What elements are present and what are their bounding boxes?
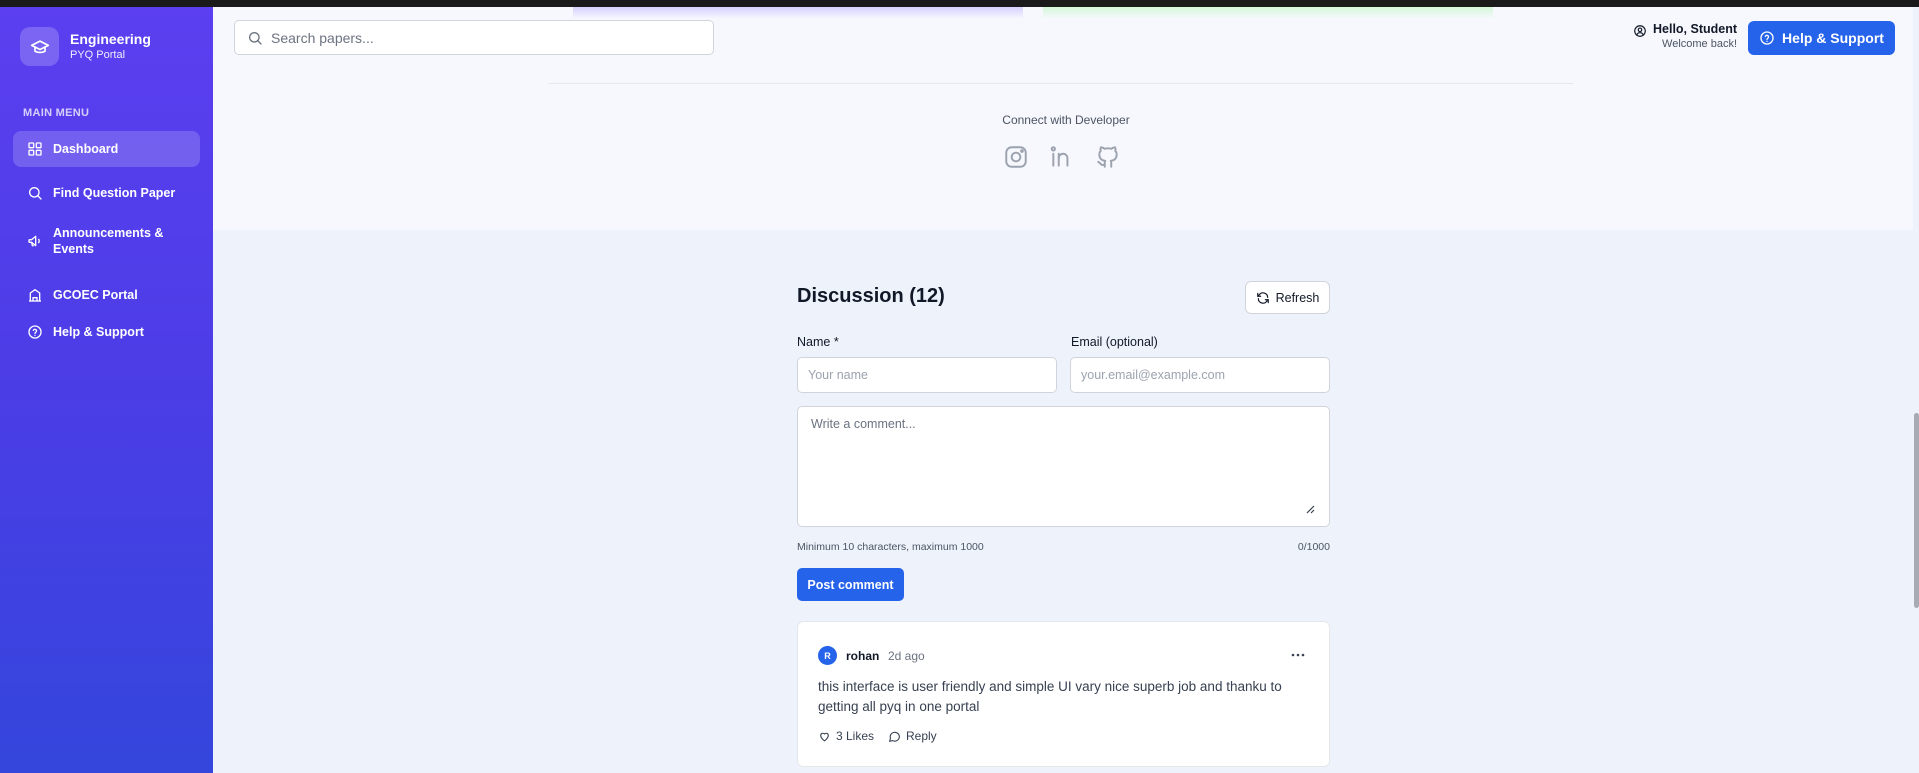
sidebar: Engineering PYQ Portal MAIN MENU Dashboa… bbox=[0, 7, 213, 773]
megaphone-icon bbox=[27, 233, 43, 249]
github-icon[interactable] bbox=[1093, 142, 1123, 172]
comment-time: 2d ago bbox=[888, 649, 925, 663]
comment-textarea[interactable] bbox=[797, 406, 1330, 527]
window-top-bar bbox=[0, 0, 1919, 7]
user-greeting[interactable]: Hello, Student Welcome back! bbox=[1633, 22, 1737, 51]
scrollbar-track[interactable] bbox=[1913, 7, 1919, 773]
developer-footer: Connect with Developer bbox=[213, 69, 1919, 230]
header: Hello, Student Welcome back! Help & Supp… bbox=[213, 7, 1919, 69]
sidebar-item-gcoec-portal[interactable]: GCOEC Portal bbox=[13, 277, 200, 313]
help-support-button[interactable]: Help & Support bbox=[1748, 21, 1895, 55]
refresh-label: Refresh bbox=[1275, 290, 1320, 305]
like-count: 3 Likes bbox=[836, 729, 875, 743]
more-options-icon[interactable] bbox=[1288, 648, 1308, 662]
comment-body: this interface is user friendly and simp… bbox=[818, 679, 1282, 714]
name-field[interactable] bbox=[797, 357, 1057, 393]
email-label: Email (optional) bbox=[1071, 335, 1158, 349]
heart-icon bbox=[818, 730, 831, 743]
comment-hint: Minimum 10 characters, maximum 1000 bbox=[797, 541, 984, 553]
connect-label: Connect with Developer bbox=[1002, 113, 1130, 127]
message-circle-icon bbox=[888, 730, 901, 743]
avatar: R bbox=[818, 646, 837, 665]
comment-author: rohan bbox=[846, 649, 880, 663]
scrollbar-thumb[interactable] bbox=[1914, 413, 1919, 608]
name-label: Name * bbox=[797, 335, 839, 349]
like-button[interactable]: 3 Likes bbox=[818, 729, 874, 743]
comment-card: R rohan 2d ago this interface is user fr… bbox=[797, 621, 1330, 767]
sidebar-item-label: Find Question Paper bbox=[53, 186, 176, 200]
user-name: Hello, Student bbox=[1653, 22, 1738, 36]
user-circle-icon bbox=[1633, 24, 1647, 51]
sidebar-item-dashboard[interactable]: Dashboard bbox=[13, 131, 200, 167]
sidebar-item-help-support[interactable]: Help & Support bbox=[13, 314, 200, 350]
help-circle-icon bbox=[1759, 30, 1775, 46]
reply-button[interactable]: Reply bbox=[888, 729, 937, 743]
post-comment-button[interactable]: Post comment bbox=[797, 568, 904, 601]
brand-subtitle: PYQ Portal bbox=[70, 49, 126, 61]
sidebar-item-label: Dashboard bbox=[53, 142, 119, 156]
brand-title: Engineering bbox=[70, 31, 151, 47]
graduation-cap-icon bbox=[20, 27, 59, 66]
refresh-button[interactable]: Refresh bbox=[1245, 281, 1330, 314]
resize-handle-icon[interactable] bbox=[1303, 501, 1315, 514]
brand[interactable]: Engineering PYQ Portal bbox=[20, 27, 151, 66]
help-circle-icon bbox=[27, 324, 43, 340]
search-box[interactable] bbox=[234, 20, 714, 55]
sidebar-item-label: GCOEC Portal bbox=[53, 288, 138, 302]
building-icon bbox=[27, 287, 43, 303]
sidebar-item-find-question-paper[interactable]: Find Question Paper bbox=[13, 175, 200, 211]
reply-label: Reply bbox=[906, 729, 937, 743]
menu-heading: MAIN MENU bbox=[23, 107, 90, 119]
decorative-glow bbox=[1043, 7, 1493, 19]
sidebar-item-label: Help & Support bbox=[53, 325, 144, 339]
help-support-label: Help & Support bbox=[1782, 30, 1884, 46]
sidebar-item-announcements[interactable]: Announcements & Events bbox=[13, 219, 200, 263]
email-field[interactable] bbox=[1070, 357, 1330, 393]
divider bbox=[548, 83, 1573, 84]
refresh-icon bbox=[1256, 291, 1270, 305]
decorative-glow bbox=[573, 7, 1023, 19]
discussion-title: Discussion (12) bbox=[797, 285, 945, 307]
search-icon bbox=[27, 185, 43, 201]
linkedin-icon[interactable] bbox=[1047, 142, 1077, 172]
sidebar-item-label: Announcements & Events bbox=[53, 226, 164, 256]
instagram-icon[interactable] bbox=[1001, 142, 1031, 172]
user-welcome: Welcome back! bbox=[1662, 38, 1738, 50]
character-counter: 0/1000 bbox=[1297, 541, 1330, 553]
search-input[interactable] bbox=[271, 29, 691, 46]
grid-icon bbox=[27, 141, 43, 157]
search-icon bbox=[247, 30, 263, 46]
